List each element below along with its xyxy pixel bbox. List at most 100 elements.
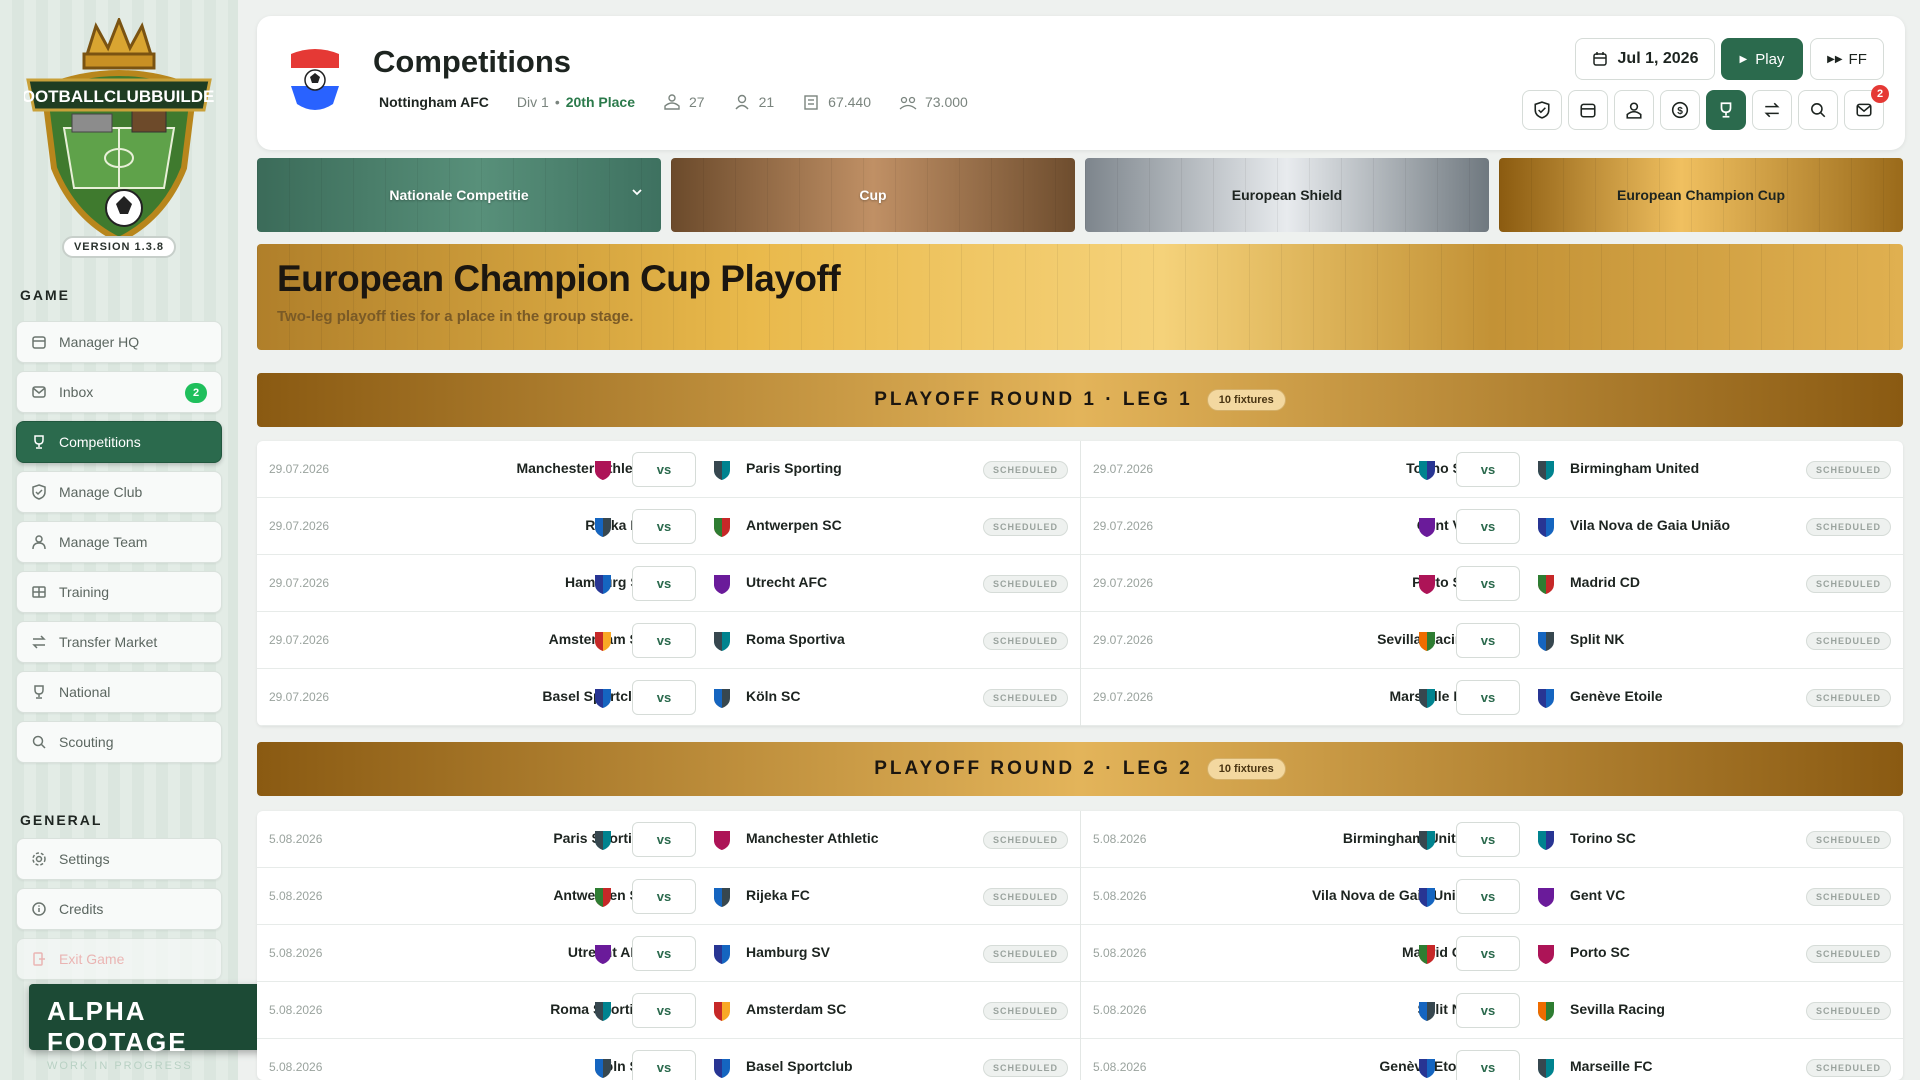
sidebar-item-inbox[interactable]: Inbox 2 (16, 371, 222, 413)
away-team[interactable]: Hamburg SV (746, 944, 830, 960)
tab-nationale-competitie[interactable]: Nationale Competitie (257, 158, 661, 232)
search-tool-button[interactable] (1798, 90, 1838, 130)
calendar-tool-button[interactable] (1568, 90, 1608, 130)
sidebar-item-competitions[interactable]: Competitions (16, 421, 222, 463)
vs-button[interactable]: vs (1456, 993, 1520, 1028)
away-team[interactable]: Porto SC (1570, 944, 1630, 960)
sidebar-item-manage-team[interactable]: Manage Team (16, 521, 222, 563)
tab-european-shield[interactable]: European Shield (1085, 158, 1489, 232)
fixture-row[interactable]: 5.08.2026 Split NK vs Sevilla Racing SCHEDUL… (1081, 982, 1903, 1039)
vs-button[interactable]: vs (1456, 623, 1520, 658)
away-team[interactable]: Paris Sporting (746, 460, 842, 476)
transfers-tool-button[interactable] (1752, 90, 1792, 130)
competitions-tool-button[interactable] (1706, 90, 1746, 130)
vs-button[interactable]: vs (1456, 566, 1520, 601)
home-team[interactable]: Vila Nova de Gaia União (1312, 887, 1472, 903)
fixture-row[interactable]: 5.08.2026 Paris Sporting vs Manchester Athl… (257, 811, 1080, 868)
vs-button[interactable]: vs (632, 452, 696, 487)
club-name[interactable]: Nottingham AFC (379, 94, 489, 110)
team-tool-button[interactable] (1614, 90, 1654, 130)
vs-button[interactable]: vs (632, 822, 696, 857)
vs-button[interactable]: vs (1456, 879, 1520, 914)
sidebar-item-label: Exit Game (59, 951, 125, 967)
sidebar-item-exit-game[interactable]: Exit Game (16, 938, 222, 980)
trophy-icon (31, 684, 47, 700)
fixture-row[interactable]: 5.08.2026 Madrid CD vs Porto SC SCHEDULED (1081, 925, 1903, 982)
away-team[interactable]: Birmingham United (1570, 460, 1699, 476)
away-team[interactable]: Manchester Athletic (746, 830, 879, 846)
mail-tool-button[interactable]: 2 (1844, 85, 1889, 130)
vs-button[interactable]: vs (1456, 936, 1520, 971)
fixture-row[interactable]: 5.08.2026Utrecht AFCvsHamburg SVSCHEDULE… (257, 925, 1080, 982)
away-team[interactable]: Madrid CD (1570, 574, 1640, 590)
tab-european-champion-cup[interactable]: European Champion Cup (1499, 158, 1903, 232)
fixture-row[interactable]: 29.07.2026Amsterdam SCvsRoma SportivaSCH… (257, 612, 1080, 669)
fixture-row[interactable]: 29.07.2026 Torino SC vs Birmingham United SC… (1081, 441, 1903, 498)
fast-forward-button[interactable]: ▶▶ FF (1810, 38, 1884, 80)
sidebar-item-manage-club[interactable]: Manage Club (16, 471, 222, 513)
fixture-row[interactable]: 5.08.2026 Birmingham United vs Torino SC SCH… (1081, 811, 1903, 868)
away-team[interactable]: Rijeka FC (746, 887, 810, 903)
fixture-row[interactable]: 29.07.2026 Manchester Athletic vs Paris Spo… (257, 441, 1080, 498)
away-team[interactable]: Split NK (1570, 631, 1624, 647)
sidebar-item-national[interactable]: National (16, 671, 222, 713)
vs-button[interactable]: vs (632, 993, 696, 1028)
fixture-row[interactable]: 29.07.2026Hamburg SVvsUtrecht AFCSCHEDUL… (257, 555, 1080, 612)
away-team[interactable]: Genève Etoile (1570, 688, 1663, 704)
vs-button[interactable]: vs (632, 509, 696, 544)
vs-button[interactable]: vs (1456, 680, 1520, 715)
fixture-row[interactable]: 29.07.2026 Porto SC vs Madrid CD SCHEDULED (1081, 555, 1903, 612)
finance-tool-button[interactable]: $ (1660, 90, 1700, 130)
date-button[interactable]: Jul 1, 2026 (1575, 38, 1715, 80)
away-team[interactable]: Gent VC (1570, 887, 1625, 903)
sidebar-item-credits[interactable]: Credits (16, 888, 222, 930)
vs-button[interactable]: vs (1456, 822, 1520, 857)
sidebar-item-scouting[interactable]: Scouting (16, 721, 222, 763)
fixture-row[interactable]: 5.08.2026Antwerpen SCvsRijeka FCSCHEDULE… (257, 868, 1080, 925)
home-team[interactable]: Manchester Athletic (516, 460, 649, 476)
play-button[interactable]: ▶ Play (1721, 38, 1803, 80)
fixture-row[interactable]: 5.08.2026 Köln SC vs Basel Sportclub SCHEDUL… (257, 1039, 1080, 1080)
fixture-row[interactable]: 29.07.2026Marseille FCvsGenève EtoileSCH… (1081, 669, 1903, 726)
away-crest-icon (712, 459, 732, 481)
vs-button[interactable]: vs (1456, 509, 1520, 544)
vs-button[interactable]: vs (632, 936, 696, 971)
away-team[interactable]: Roma Sportiva (746, 631, 845, 647)
away-crest-icon (712, 516, 732, 538)
sidebar-item-settings[interactable]: Settings (16, 838, 222, 880)
away-team[interactable]: Basel Sportclub (746, 1058, 853, 1074)
fixture-row[interactable]: 29.07.2026 Sevilla Racing vs Split NK SCHEDU… (1081, 612, 1903, 669)
away-team[interactable]: Utrecht AFC (746, 574, 827, 590)
vs-button[interactable]: vs (632, 1050, 696, 1080)
sidebar-item-training[interactable]: Training (16, 571, 222, 613)
fixture-row[interactable]: 29.07.2026 Basel Sportclub vs Köln SC SCHEDU… (257, 669, 1080, 726)
away-crest-icon (712, 886, 732, 908)
away-team[interactable]: Torino SC (1570, 830, 1636, 846)
sidebar-item-transfer-market[interactable]: Transfer Market (16, 621, 222, 663)
vs-button[interactable]: vs (632, 566, 696, 601)
away-team[interactable]: Antwerpen SC (746, 517, 842, 533)
vs-button[interactable]: vs (1456, 1050, 1520, 1080)
away-team[interactable]: Sevilla Racing (1570, 1001, 1665, 1017)
stat-fans-value: 73.000 (924, 94, 968, 110)
home-team[interactable]: Birmingham United (1343, 830, 1472, 846)
vs-button[interactable]: vs (632, 623, 696, 658)
team-icon (31, 534, 47, 550)
away-team[interactable]: Amsterdam SC (746, 1001, 846, 1017)
tab-cup[interactable]: Cup (671, 158, 1075, 232)
sidebar-item-manager-hq[interactable]: Manager HQ (16, 321, 222, 363)
fixture-row[interactable]: 29.07.2026 Rijeka FC vs Antwerpen SC SCHEDUL… (257, 498, 1080, 555)
fixture-row[interactable]: 5.08.2026 Roma Sportiva vs Amsterdam SC SCHE… (257, 982, 1080, 1039)
vs-button[interactable]: vs (632, 680, 696, 715)
away-team[interactable]: Vila Nova de Gaia União (1570, 517, 1730, 533)
fixture-row[interactable]: 5.08.2026 Vila Nova de Gaia União vs Gent V… (1081, 868, 1903, 925)
fixtures-column-right: 5.08.2026 Birmingham United vs Torino SC SCH… (1080, 811, 1903, 1080)
status-badge: SCHEDULED (982, 1002, 1068, 1020)
fixture-row[interactable]: 29.07.2026 Gent VC vs Vila Nova de Gaia Uni… (1081, 498, 1903, 555)
vs-button[interactable]: vs (1456, 452, 1520, 487)
fixture-row[interactable]: 5.08.2026 Genève Etoile vs Marseille FC SCHE… (1081, 1039, 1903, 1080)
vs-button[interactable]: vs (632, 879, 696, 914)
away-team[interactable]: Marseille FC (1570, 1058, 1652, 1074)
away-team[interactable]: Köln SC (746, 688, 800, 704)
club-shield-tool-button[interactable] (1522, 90, 1562, 130)
